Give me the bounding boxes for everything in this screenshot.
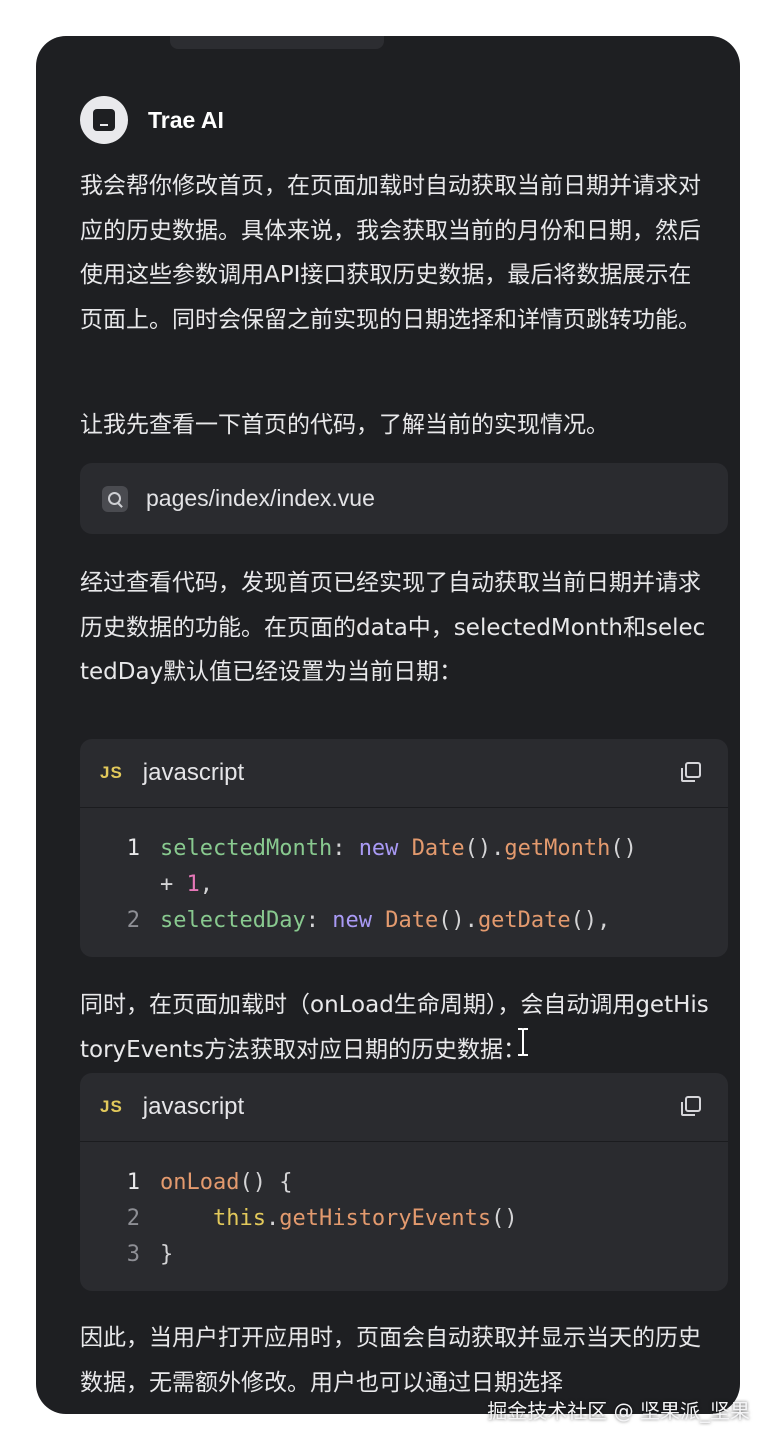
code-body: 1 selectedMonth: new Date().getMonth() + 1… — [80, 808, 728, 957]
assistant-name: Trae AI — [148, 106, 224, 133]
code-line: + 1, — [80, 867, 728, 903]
panel-top-tab[interactable] — [170, 36, 384, 49]
code-block-header: JS javascript — [80, 739, 728, 808]
javascript-icon: JS — [100, 1097, 123, 1116]
line-number: 1 — [126, 836, 140, 861]
message-conclusion: 因此，当用户打开应用时，页面会自动获取并显示当天的历史数据，无需额外修改。用户也… — [80, 1325, 701, 1396]
message-after-review: 经过查看代码，发现首页已经实现了自动获取当前日期并请求历史数据的功能。在页面的d… — [80, 570, 706, 685]
copy-icon[interactable] — [680, 1095, 702, 1117]
search-icon — [102, 485, 128, 512]
code-block-header: JS javascript — [80, 1073, 728, 1142]
line-number: 2 — [126, 1206, 140, 1231]
code-text: onLoad() { — [160, 1170, 293, 1195]
code-line: 3} — [80, 1237, 728, 1273]
code-language: javascript — [142, 759, 245, 786]
code-text: selectedMonth: new Date().getMonth() — [160, 836, 637, 861]
code-block: JS javascript 1 selectedMonth: new Date()… — [80, 739, 728, 957]
code-block: JS javascript 1 onLoad() { 2 this.getHisto… — [80, 1073, 728, 1291]
code-body: 1 onLoad() {2 this.getHistoryEvents() 3} — [80, 1142, 728, 1291]
watermark: 掘金技术社区 @ 坚果派_坚果 — [487, 1399, 750, 1423]
code-language: javascript — [142, 1093, 245, 1120]
code-line: 2 this.getHistoryEvents() — [80, 1201, 728, 1237]
assistant-header: Trae AI — [80, 96, 224, 144]
code-text: selectedDay: new Date().getDate(), — [160, 908, 611, 933]
message-intro: 我会帮你修改首页，在页面加载时自动获取当前日期并请求对应的历史数据。具体来说，我… — [80, 173, 701, 333]
text-cursor-icon — [518, 1028, 528, 1056]
file-reference[interactable]: pages/index/index.vue — [80, 463, 728, 534]
code-text: this.getHistoryEvents() — [212, 1206, 518, 1231]
copy-icon[interactable] — [680, 761, 702, 783]
code-text: + 1, — [160, 872, 213, 897]
line-number: 2 — [126, 908, 140, 933]
file-path: pages/index/index.vue — [146, 485, 375, 511]
code-line: 2 selectedDay: new Date().getDate(), — [80, 903, 728, 939]
code-text: } — [160, 1242, 174, 1267]
code-line: 1 onLoad() { — [80, 1165, 728, 1201]
chat-panel: Trae AI 我会帮你修改首页，在页面加载时自动获取当前日期并请求对应的历史数… — [36, 36, 740, 1414]
message-onload: 同时，在页面加载时（onLoad生命周期），会自动调用getHistoryEve… — [80, 992, 709, 1063]
line-number — [80, 867, 160, 903]
javascript-icon: JS — [100, 763, 123, 782]
line-number: 1 — [126, 1170, 140, 1195]
code-line: 1 selectedMonth: new Date().getMonth() — [80, 831, 728, 867]
message-check: 让我先查看一下首页的代码，了解当前的实现情况。 — [80, 412, 609, 438]
trae-avatar-icon — [80, 96, 128, 144]
line-number: 3 — [126, 1242, 140, 1267]
